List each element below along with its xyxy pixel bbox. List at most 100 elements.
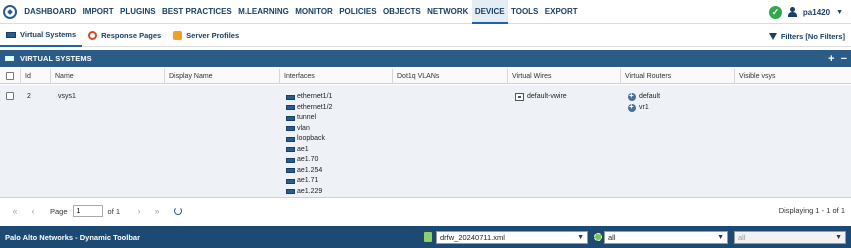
username[interactable]: pa1420	[803, 8, 830, 17]
interface-label: ethernet1/1	[297, 93, 333, 100]
config-file-select[interactable]: drfw_20240711.xml ▼	[436, 231, 588, 244]
nav-dashboard[interactable]: DASHBOARD	[21, 0, 79, 24]
virtual-router-item: vr1	[628, 102, 660, 114]
nav-import[interactable]: IMPORT	[79, 0, 116, 24]
page-number-input[interactable]	[72, 205, 103, 217]
interface-label: ethernet1/2	[297, 103, 333, 111]
next-page-button[interactable]: ›	[130, 206, 148, 216]
pager: « ‹ Page of 1 › » Displaying 1 - 1 of 1	[0, 200, 851, 222]
interface-item: ae1.254	[286, 166, 332, 177]
nav-objects[interactable]: OBJECTS	[380, 0, 424, 24]
row-checkbox[interactable]	[6, 92, 14, 100]
col-name[interactable]: Name	[50, 69, 164, 84]
interface-item: ethernet1/2	[286, 103, 332, 114]
col-interfaces[interactable]: Interfaces	[279, 69, 392, 84]
interface-icon	[286, 126, 295, 132]
interface-icon	[286, 136, 295, 142]
nav-m-learning[interactable]: M.LEARNING	[235, 0, 292, 24]
select-all-cell	[2, 69, 20, 84]
section-header: VIRTUAL SYSTEMS + −	[0, 50, 851, 67]
virtual-systems-icon	[5, 56, 14, 61]
interface-label: vlan	[297, 124, 310, 132]
response-pages-icon	[88, 31, 98, 40]
interface-icon	[286, 94, 295, 100]
prev-page-button[interactable]: ‹	[24, 206, 42, 216]
nav-right: ✓ pa1420 ▼	[768, 0, 843, 24]
col-display-name[interactable]: Display Name	[164, 69, 279, 84]
tab-server-profiles[interactable]: Server Profiles	[167, 25, 245, 47]
section-actions: + −	[828, 50, 847, 67]
filters-label: Filters [No Filters]	[780, 31, 845, 41]
nav-monitor[interactable]: MONITOR	[292, 0, 336, 24]
nav-plugins[interactable]: PLUGINS	[117, 0, 159, 24]
table-row[interactable]: 2 vsys1 ethernet1/1 ethernet1/2 tunnel v…	[0, 85, 851, 198]
table-header: Id Name Display Name Interfaces Dot1q VL…	[0, 69, 851, 84]
interface-icon	[286, 147, 295, 153]
interface-label: ae1	[297, 145, 309, 153]
interface-item: ae1.229	[286, 187, 332, 198]
col-dot1q-vlans[interactable]: Dot1q VLANs	[392, 69, 507, 84]
router-icon	[628, 91, 636, 102]
interface-item: ae1	[286, 145, 332, 156]
virtual-wire-item: default-vwire	[515, 92, 567, 103]
interface-icon	[286, 115, 295, 121]
add-icon[interactable]: +	[828, 53, 834, 65]
virtual-systems-icon	[6, 31, 16, 38]
toolbar-title: Palo Alto Networks - Dynamic Toolbar	[5, 232, 141, 242]
nav-network[interactable]: NETWORK	[424, 0, 472, 24]
remove-icon[interactable]: −	[841, 53, 847, 65]
config-file-value: drfw_20240711.xml	[440, 233, 505, 242]
tab-label: Server Profiles	[186, 31, 240, 40]
cell-name[interactable]: vsys1	[58, 93, 76, 100]
col-id[interactable]: Id	[20, 69, 50, 84]
tab-label: Virtual Systems	[20, 30, 77, 39]
displaying-count: Displaying 1 - 1 of 1	[778, 206, 845, 215]
select-all-checkbox[interactable]	[6, 72, 14, 80]
interface-label: ae1.70	[297, 156, 319, 163]
app-logo-icon	[3, 4, 17, 19]
vsys-select-value: all	[608, 233, 616, 242]
first-page-button[interactable]: «	[6, 206, 24, 216]
interface-label: loopback	[297, 135, 326, 142]
interface-icon	[286, 105, 295, 111]
cell-id: 2	[27, 93, 31, 100]
col-virtual-wires[interactable]: Virtual Wires	[507, 69, 620, 84]
filter-icon	[768, 32, 777, 40]
tab-response-pages[interactable]: Response Pages	[82, 25, 167, 47]
cell-virtual-wires: default-vwire	[515, 92, 567, 103]
chevron-down-icon[interactable]: ▼	[577, 232, 584, 243]
chevron-down-icon[interactable]: ▼	[836, 9, 843, 16]
user-icon	[787, 7, 797, 17]
check-circle-icon[interactable]: ✓	[768, 5, 782, 19]
col-virtual-routers[interactable]: Virtual Routers	[620, 69, 734, 84]
col-visible-vsys[interactable]: Visible vsys	[734, 69, 851, 84]
filter-select[interactable]: all ▼	[734, 231, 846, 244]
file-icon	[424, 232, 432, 242]
page-of-label: of 1	[107, 206, 121, 216]
nav-export[interactable]: EXPORT	[542, 0, 581, 24]
tab-virtual-systems[interactable]: Virtual Systems	[0, 25, 83, 47]
refresh-icon[interactable]	[174, 207, 183, 215]
dynamic-toolbar: Palo Alto Networks - Dynamic Toolbar drf…	[0, 226, 851, 248]
chevron-down-icon[interactable]: ▼	[717, 232, 724, 243]
interface-label: tunnel	[297, 114, 317, 121]
interface-icon	[286, 168, 295, 174]
nav-best-practices[interactable]: BEST PRACTICES	[159, 0, 235, 24]
interface-icon	[286, 157, 295, 163]
filters-button[interactable]: Filters [No Filters]	[768, 25, 845, 47]
tab-label: Response Pages	[101, 31, 162, 40]
gear-icon[interactable]	[594, 233, 602, 241]
interface-item: ae1.70	[286, 155, 332, 166]
chevron-down-icon[interactable]: ▼	[835, 232, 842, 243]
nav-tools[interactable]: TOOLS	[508, 0, 542, 24]
nav-device[interactable]: DEVICE	[471, 0, 508, 24]
server-profiles-icon	[173, 31, 183, 40]
nav-policies[interactable]: POLICIES	[336, 0, 380, 24]
vsys-select[interactable]: all ▼	[604, 231, 728, 244]
page-label: Page	[50, 206, 68, 216]
interface-label: ae1.229	[297, 187, 323, 195]
virtual-router-label: vr1	[639, 103, 649, 111]
last-page-button[interactable]: »	[148, 206, 166, 216]
interface-label: ae1.254	[297, 166, 323, 174]
interface-icon	[286, 178, 295, 184]
